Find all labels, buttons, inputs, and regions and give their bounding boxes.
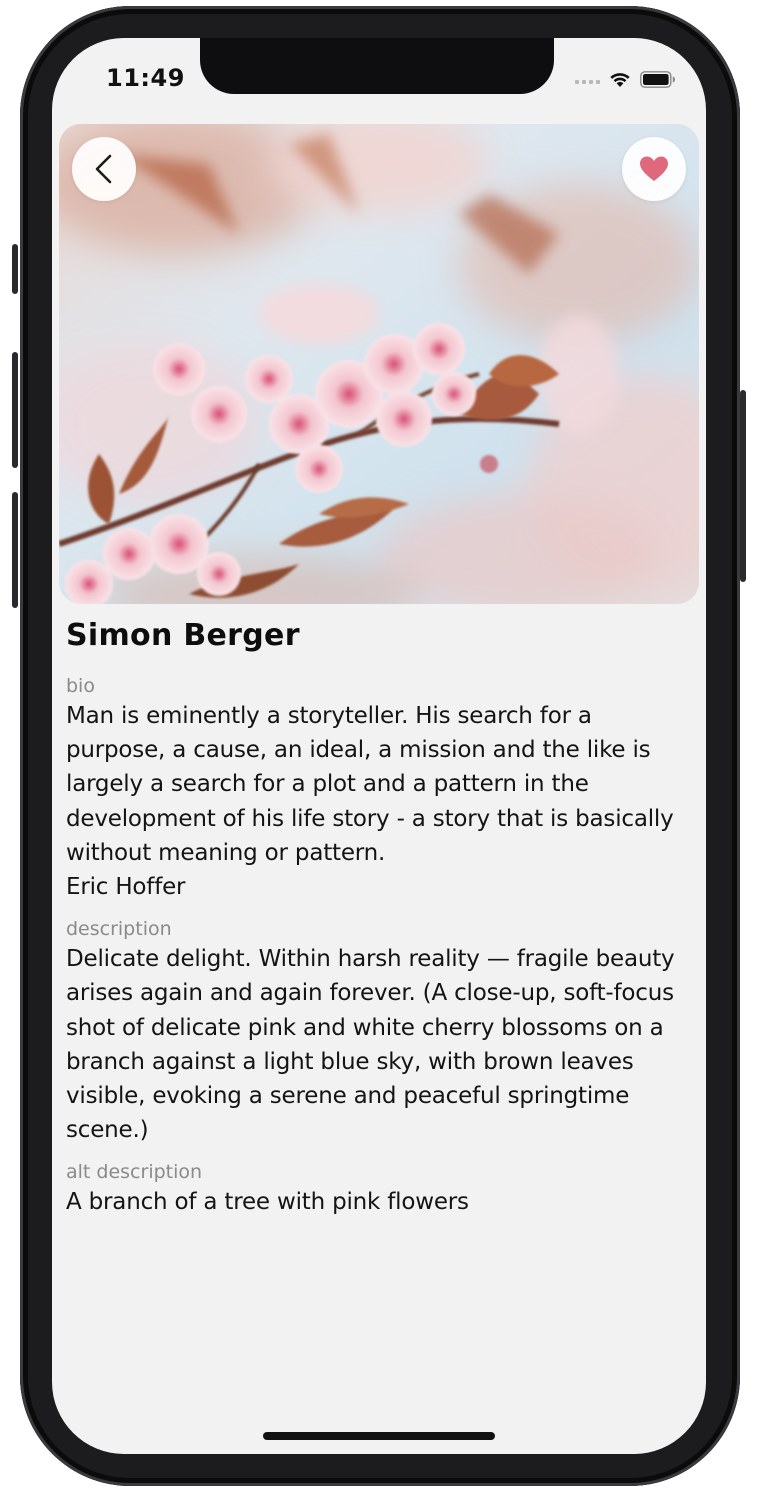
volume-down-button xyxy=(12,492,18,608)
battery-icon xyxy=(640,70,675,88)
silent-switch xyxy=(12,244,18,294)
alt-description-text: A branch of a tree with pink flowers xyxy=(66,1189,469,1216)
home-indicator[interactable] xyxy=(263,1432,495,1440)
volume-up-button xyxy=(12,352,18,468)
status-time: 11:49 xyxy=(106,64,185,92)
photographer-name: Simon Berger xyxy=(66,618,300,653)
like-button[interactable] xyxy=(622,137,686,201)
description-label: description xyxy=(66,918,172,941)
description-text: Delicate delight. Within harsh reality —… xyxy=(66,946,675,1144)
photo-hero xyxy=(59,124,699,604)
app-screen: 11:49 Simon Berger bio Man is eminently … xyxy=(52,38,706,1454)
cellular-signal-icon xyxy=(575,74,600,84)
status-icons xyxy=(575,68,676,90)
wifi-icon xyxy=(610,73,630,87)
bio-text: Man is eminently a storyteller. His sear… xyxy=(66,703,674,901)
power-button xyxy=(740,390,746,582)
notch xyxy=(200,38,554,94)
details-section: Simon Berger bio Man is eminently a stor… xyxy=(66,618,694,1234)
chevron-left-icon xyxy=(95,154,112,184)
cherry-blossom-photo xyxy=(59,124,699,604)
bio-label: bio xyxy=(66,675,95,697)
back-button[interactable] xyxy=(72,137,136,201)
heart-icon xyxy=(640,156,668,181)
alt-description-label: alt description xyxy=(66,1161,203,1184)
